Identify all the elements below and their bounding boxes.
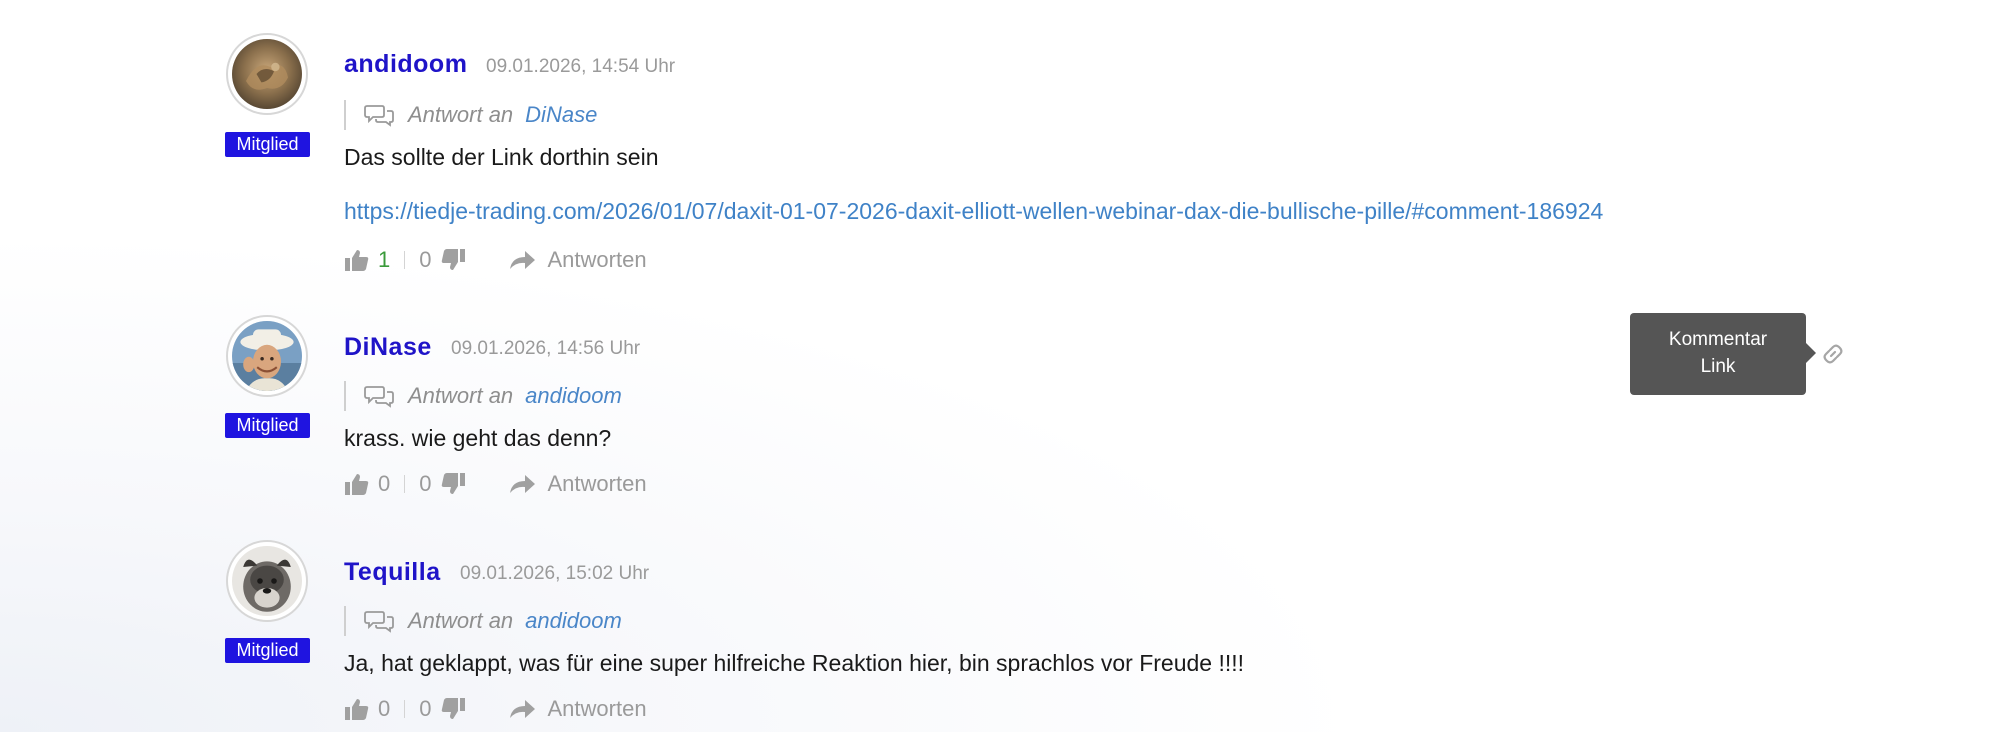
avatar-image bbox=[232, 546, 302, 616]
reply-context: Antwort an andidoom bbox=[344, 606, 622, 636]
thumbs-up-icon bbox=[345, 699, 369, 720]
member-badge: Mitglied bbox=[225, 413, 310, 438]
speech-bubbles-icon bbox=[364, 611, 394, 633]
comment-text: Ja, hat geklappt, was für eine super hil… bbox=[344, 650, 1245, 676]
comment-text: krass. wie geht das denn? bbox=[344, 425, 612, 451]
downvote-count: 0 bbox=[419, 696, 432, 721]
speech-bubbles-icon bbox=[364, 386, 394, 408]
chain-link-icon[interactable] bbox=[1820, 341, 1846, 367]
downvote-button[interactable] bbox=[440, 697, 466, 721]
thumbs-up-icon bbox=[345, 250, 369, 271]
thumbs-down-icon bbox=[441, 698, 465, 719]
comment-timestamp: 09.01.2026, 15:02 Uhr bbox=[460, 563, 650, 584]
reply-target-link[interactable]: andidoom bbox=[525, 608, 622, 634]
reply-label: Antworten bbox=[547, 471, 647, 496]
comment-thread: Mitglied andidoom 09.01.2026, 14:54 Uhr … bbox=[0, 0, 2005, 732]
vote-divider bbox=[404, 475, 406, 493]
share-arrow-icon bbox=[509, 475, 535, 493]
share-arrow-icon bbox=[509, 700, 535, 718]
reply-button[interactable]: Antworten bbox=[508, 696, 647, 722]
reply-prefix: Antwort an bbox=[408, 608, 514, 633]
reply-context: Antwort an andidoom bbox=[344, 381, 622, 411]
comment-link[interactable]: https://tiedje-trading.com/2026/01/07/da… bbox=[344, 198, 1603, 225]
avatar[interactable] bbox=[226, 33, 308, 115]
reply-target-link[interactable]: andidoom bbox=[525, 383, 622, 409]
thumbs-down-icon bbox=[441, 249, 465, 270]
comment-timestamp: 09.01.2026, 14:54 Uhr bbox=[486, 56, 676, 77]
thumbs-down-icon bbox=[441, 473, 465, 494]
avatar-image bbox=[232, 39, 302, 109]
comment-author[interactable]: DiNase bbox=[344, 333, 432, 362]
upvote-button[interactable] bbox=[344, 248, 370, 272]
upvote-count: 0 bbox=[378, 471, 391, 496]
upvote-button[interactable] bbox=[344, 472, 370, 496]
upvote-button[interactable] bbox=[344, 697, 370, 721]
comment-actions: 0 0 Antworten bbox=[344, 696, 647, 722]
comment-timestamp: 09.01.2026, 14:56 Uhr bbox=[451, 338, 641, 359]
avatar-image bbox=[232, 321, 302, 391]
vote-divider bbox=[404, 251, 406, 269]
speech-bubbles-icon bbox=[364, 105, 394, 127]
reply-prefix: Antwort an bbox=[408, 102, 514, 127]
comment-author[interactable]: andidoom bbox=[344, 50, 467, 79]
downvote-count: 0 bbox=[419, 471, 432, 496]
reply-prefix: Antwort an bbox=[408, 383, 514, 408]
reply-label: Antworten bbox=[547, 696, 647, 721]
upvote-count: 0 bbox=[378, 696, 391, 721]
downvote-button[interactable] bbox=[440, 248, 466, 272]
reply-target-link[interactable]: DiNase bbox=[525, 102, 597, 128]
vote-divider bbox=[404, 700, 406, 718]
permalink-tooltip: Kommentar Link bbox=[1630, 313, 1816, 395]
downvote-count: 0 bbox=[419, 247, 432, 272]
comment-actions: 1 0 Antworten bbox=[344, 247, 647, 273]
tooltip-line-1: Kommentar bbox=[1668, 329, 1768, 350]
comment-text: Das sollte der Link dorthin sein bbox=[344, 144, 659, 170]
reply-label: Antworten bbox=[547, 247, 647, 272]
avatar[interactable] bbox=[226, 315, 308, 397]
reply-button[interactable]: Antworten bbox=[508, 471, 647, 497]
comment-author[interactable]: Tequilla bbox=[344, 558, 441, 587]
member-badge: Mitglied bbox=[225, 638, 310, 663]
share-arrow-icon bbox=[509, 251, 535, 269]
thumbs-up-icon bbox=[345, 474, 369, 495]
reply-button[interactable]: Antworten bbox=[508, 247, 647, 273]
avatar[interactable] bbox=[226, 540, 308, 622]
reply-context: Antwort an DiNase bbox=[344, 100, 597, 130]
comment-actions: 0 0 Antworten bbox=[344, 471, 647, 497]
tooltip-line-2: Link bbox=[1700, 356, 1736, 377]
downvote-button[interactable] bbox=[440, 472, 466, 496]
member-badge: Mitglied bbox=[225, 132, 310, 157]
upvote-count: 1 bbox=[378, 247, 391, 272]
